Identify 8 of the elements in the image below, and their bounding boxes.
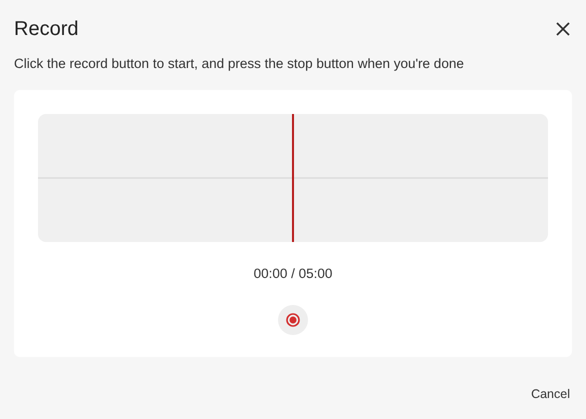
instructions-text: Click the record button to start, and press the stop button when you're done [14,55,465,73]
close-icon [556,22,570,36]
time-display: 00:00 / 05:00 [254,265,332,284]
cancel-button[interactable]: Cancel [529,385,572,404]
record-icon [286,312,300,326]
record-button[interactable] [278,304,308,334]
dialog-title: Record [14,17,78,42]
close-button[interactable] [554,20,572,38]
